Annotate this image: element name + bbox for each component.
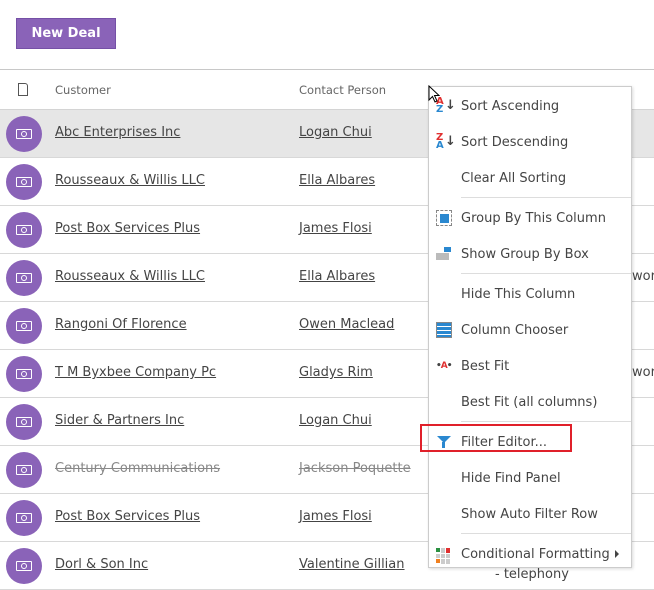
money-icon <box>16 225 32 235</box>
menu-item-hide-find-panel[interactable]: Hide Find Panel <box>429 460 631 496</box>
menu-separator <box>461 197 631 198</box>
contact-link[interactable]: Owen Maclead <box>299 317 394 332</box>
menu-item-best-fit[interactable]: •A• Best Fit <box>429 348 631 384</box>
sort-descending-icon: Z A ↓ <box>436 132 456 151</box>
customer-link[interactable]: Rousseaux & Willis LLC <box>55 269 205 284</box>
deal-avatar <box>6 452 42 488</box>
deal-avatar <box>6 356 42 392</box>
deal-avatar <box>6 212 42 248</box>
menu-item-sort-descending[interactable]: Z A ↓ Sort Descending <box>429 124 631 160</box>
contact-link[interactable]: James Flosi <box>299 221 372 236</box>
menu-item-show-auto-filter-row[interactable]: Show Auto Filter Row <box>429 496 631 532</box>
menu-item-show-group-by-box[interactable]: Show Group By Box <box>429 236 631 272</box>
menu-separator <box>461 421 631 422</box>
customer-link[interactable]: Century Communications <box>55 461 220 476</box>
menu-item-group-by-column[interactable]: Group By This Column <box>429 200 631 236</box>
filter-editor-highlight <box>420 424 572 452</box>
column-header-contact-person[interactable]: Contact Person <box>299 83 386 97</box>
money-icon <box>16 321 32 331</box>
deal-avatar <box>6 164 42 200</box>
column-chooser-icon <box>436 322 452 338</box>
new-deal-button[interactable]: New Deal <box>16 18 116 49</box>
menu-item-best-fit-all[interactable]: Best Fit (all columns) <box>429 384 631 420</box>
contact-link[interactable]: Jackson Poquette <box>299 461 411 476</box>
money-icon <box>16 465 32 475</box>
deal-avatar <box>6 116 42 152</box>
group-by-column-icon <box>436 210 452 226</box>
contact-link[interactable]: Valentine Gillian <box>299 557 405 572</box>
contact-link[interactable]: Logan Chui <box>299 413 372 428</box>
contact-link[interactable]: Gladys Rim <box>299 365 373 380</box>
deal-avatar <box>6 500 42 536</box>
customer-link[interactable]: Post Box Services Plus <box>55 509 200 524</box>
conditional-formatting-icon <box>436 548 452 564</box>
money-icon <box>16 177 32 187</box>
contact-link[interactable]: Ella Albares <box>299 173 375 188</box>
cell-text: work <box>632 365 654 380</box>
submenu-arrow-icon <box>615 550 619 558</box>
menu-separator <box>461 533 631 534</box>
customer-link[interactable]: Abc Enterprises Inc <box>55 125 180 140</box>
menu-item-clear-sorting[interactable]: Clear All Sorting <box>429 160 631 196</box>
column-context-menu: A Z ↓ Sort Ascending Z A ↓ Sort Descending Cle… <box>428 86 632 568</box>
best-fit-icon: •A• <box>436 361 452 371</box>
deal-avatar <box>6 260 42 296</box>
cell-text: work <box>632 269 654 284</box>
column-header-customer[interactable]: Customer <box>55 83 111 97</box>
customer-link[interactable]: Post Box Services Plus <box>55 221 200 236</box>
menu-item-hide-column[interactable]: Hide This Column <box>429 276 631 312</box>
contact-link[interactable]: James Flosi <box>299 509 372 524</box>
mouse-cursor-icon <box>428 85 440 103</box>
money-icon <box>16 513 32 523</box>
menu-item-sort-ascending[interactable]: A Z ↓ Sort Ascending <box>429 88 631 124</box>
document-icon <box>18 83 28 96</box>
deal-avatar <box>6 308 42 344</box>
customer-link[interactable]: Rousseaux & Willis LLC <box>55 173 205 188</box>
money-icon <box>16 129 32 139</box>
customer-link[interactable]: Rangoni Of Florence <box>55 317 187 332</box>
money-icon <box>16 369 32 379</box>
customer-link[interactable]: Sider & Partners Inc <box>55 413 184 428</box>
customer-link[interactable]: Dorl & Son Inc <box>55 557 148 572</box>
customer-link[interactable]: T M Byxbee Company Pc <box>55 365 216 380</box>
contact-link[interactable]: Ella Albares <box>299 269 375 284</box>
group-by-box-icon <box>436 246 452 262</box>
deal-avatar <box>6 404 42 440</box>
menu-item-conditional-formatting[interactable]: Conditional Formatting <box>429 536 631 572</box>
menu-separator <box>461 273 631 274</box>
menu-item-column-chooser[interactable]: Column Chooser <box>429 312 631 348</box>
contact-link[interactable]: Logan Chui <box>299 125 372 140</box>
money-icon <box>16 273 32 283</box>
money-icon <box>16 417 32 427</box>
money-icon <box>16 561 32 571</box>
deal-avatar <box>6 548 42 584</box>
